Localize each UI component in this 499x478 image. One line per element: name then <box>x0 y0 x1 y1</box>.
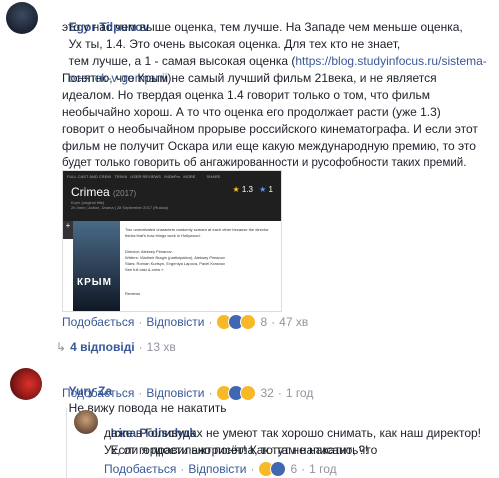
reply-arrow-icon: ↳ <box>56 340 67 354</box>
comment-irina-actions: Подобається · Відповісти · 6 · 1 год <box>104 461 337 477</box>
avatar-yury[interactable] <box>10 368 42 400</box>
reaction-count: 6 <box>290 462 298 476</box>
imdb-credits: Director: Aleksey Pimanov Writers: Vladi… <box>125 249 226 272</box>
wow-reaction-icon <box>240 385 257 401</box>
comment-time[interactable]: 47 хв <box>279 315 308 329</box>
reactions-summary[interactable] <box>258 461 287 477</box>
imdb-nav: FULL CAST AND CREW TRIVIA USER REVIEWS I… <box>67 174 221 179</box>
replies-time: 13 хв <box>146 340 176 354</box>
comment-time[interactable]: 1 год <box>286 386 314 400</box>
reply-button[interactable]: Відповісти <box>146 315 204 329</box>
comment-egor-line-7: необычайно хорош. А то что оценка его пр… <box>62 105 441 119</box>
imdb-star-icon: ★ <box>232 185 240 194</box>
imdb-star-outline-icon: ★ <box>259 185 267 194</box>
comment-egor-line-8: говорит о необычайном прорыве российског… <box>62 122 478 136</box>
reply-button[interactable]: Відповісти <box>146 386 204 400</box>
comment-irina-line-3: Ух, от гордости ажтрисёт! Как тут не нак… <box>104 443 369 457</box>
like-reaction-icon <box>270 461 287 477</box>
reactions-summary[interactable] <box>216 314 257 330</box>
imdb-add-icon: + <box>63 221 73 239</box>
comment-egor-actions: Подобається · Відповісти · 8 · 47 хв <box>62 314 309 330</box>
movie-poster: КРЫМ <box>73 221 120 311</box>
replies-toggle[interactable]: ↳ 4 відповіді · 13 хв <box>56 340 176 354</box>
like-button[interactable]: Подобається <box>104 462 176 476</box>
avatar-egor[interactable] <box>6 2 38 34</box>
attached-screenshot[interactable]: FULL CAST AND CREW TRIVIA USER REVIEWS I… <box>62 170 282 312</box>
like-button[interactable]: Подобається <box>62 386 134 400</box>
comment-egor-line-5: Понятно, что Крым не самый лучший фильм … <box>62 71 437 85</box>
comment-egor-line-2: это у нас чем выше оценка, тем лучше. На… <box>62 20 463 34</box>
imdb-reviews: Reviews <box>125 291 141 296</box>
replies-link[interactable]: 4 відповіді <box>70 340 135 354</box>
comment-egor-line-6: идеалом. Но твердая оценка 1.4 говорит т… <box>62 88 431 102</box>
comment-irina-line-2: даже в Голивудах не умеют так хорошо сни… <box>104 426 482 440</box>
comment-yury-actions: Подобається · Відповісти · 32 · 1 год <box>62 385 314 401</box>
imdb-description: Two unmotivated characters randomly scre… <box>125 227 269 238</box>
thread-line <box>66 408 67 478</box>
imdb-rating: ★ 1.3 <box>232 185 253 194</box>
poster-title: КРЫМ <box>77 277 112 288</box>
comment-egor-link[interactable]: https://blog.studyinfocus.ru/sistema- <box>295 54 486 68</box>
avatar-irina[interactable] <box>74 410 98 434</box>
like-button[interactable]: Подобається <box>62 315 134 329</box>
comment-egor-line-9: фильм не получит Оскара или еще какую ме… <box>62 139 476 153</box>
imdb-header: FULL CAST AND CREW TRIVIA USER REVIEWS I… <box>63 171 281 221</box>
comment-time[interactable]: 1 год <box>309 462 337 476</box>
reactions-summary[interactable] <box>216 385 257 401</box>
reaction-count: 8 <box>260 315 268 329</box>
reaction-count: 32 <box>260 386 274 400</box>
imdb-sub: Krym (original title) 2h 4min | Action, … <box>71 200 169 210</box>
imdb-user-rating: ★ 1 <box>259 185 273 194</box>
wow-reaction-icon <box>240 314 257 330</box>
reply-button[interactable]: Відповісти <box>188 462 246 476</box>
imdb-title: Crimea (2017) <box>71 185 137 199</box>
